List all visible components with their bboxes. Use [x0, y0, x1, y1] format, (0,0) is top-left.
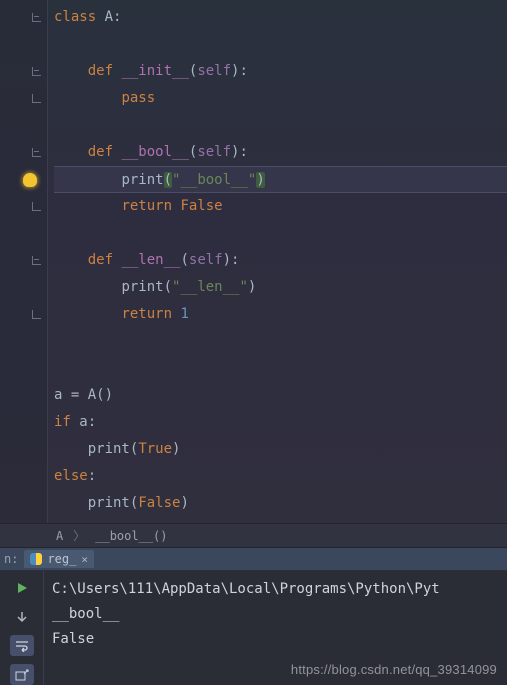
run-tabbar: n: reg_ × [0, 548, 507, 571]
run-tab[interactable]: reg_ × [24, 550, 94, 568]
gutter-row [0, 166, 47, 193]
export-icon [15, 669, 29, 681]
code-line[interactable]: def __bool__(self): [54, 139, 507, 166]
gutter-row [0, 58, 47, 85]
gutter-row [0, 382, 47, 409]
console-line: __bool__ [52, 602, 499, 627]
code-editor[interactable]: class A: def __init__(self): pass def __… [48, 0, 507, 523]
code-line[interactable]: a = A() [54, 382, 507, 409]
code-line[interactable]: def __len__(self): [54, 247, 507, 274]
fold-icon[interactable] [32, 67, 41, 76]
code-line[interactable]: if a: [54, 409, 507, 436]
code-line[interactable]: print("__len__") [54, 274, 507, 301]
editor-gutter [0, 0, 48, 523]
intention-bulb-icon[interactable] [23, 173, 37, 187]
run-tool-gutter [0, 571, 44, 685]
code-line[interactable] [54, 220, 507, 247]
gutter-row [0, 355, 47, 382]
code-line[interactable]: pass [54, 85, 507, 112]
gutter-row [0, 301, 47, 328]
gutter-row [0, 409, 47, 436]
run-console[interactable]: C:\Users\111\AppData\Local\Programs\Pyth… [44, 571, 507, 685]
code-line[interactable]: print(True) [54, 436, 507, 463]
fold-icon[interactable] [32, 256, 41, 265]
run-tab-name: reg_ [47, 552, 76, 566]
gutter-row [0, 274, 47, 301]
gutter-row [0, 193, 47, 220]
code-line[interactable]: print(False) [54, 490, 507, 517]
gutter-row [0, 220, 47, 247]
close-icon[interactable]: × [81, 553, 88, 566]
gutter-row [0, 490, 47, 517]
python-icon [30, 553, 42, 565]
code-line[interactable] [54, 355, 507, 382]
wrap-icon [15, 640, 29, 652]
gutter-row [0, 139, 47, 166]
code-line[interactable] [54, 112, 507, 139]
arrow-down-icon [16, 611, 28, 623]
gutter-row [0, 328, 47, 355]
gutter-row [0, 4, 47, 31]
fold-icon[interactable] [32, 148, 41, 157]
scroll-down-button[interactable] [10, 606, 34, 627]
fold-end-icon[interactable] [32, 94, 41, 103]
gutter-row [0, 247, 47, 274]
console-line: False [52, 627, 499, 652]
run-label: n: [4, 552, 18, 566]
soft-wrap-button[interactable] [10, 635, 34, 656]
code-line[interactable] [54, 31, 507, 58]
gutter-row [0, 463, 47, 490]
gutter-row [0, 436, 47, 463]
breadcrumb-class[interactable]: A [56, 529, 63, 543]
play-icon [16, 582, 28, 594]
breadcrumb-method[interactable]: __bool__() [95, 529, 167, 543]
breadcrumb-separator: 〉 [73, 527, 85, 544]
fold-end-icon[interactable] [32, 202, 41, 211]
fold-icon[interactable] [32, 13, 41, 22]
fold-end-icon[interactable] [32, 310, 41, 319]
code-line[interactable]: class A: [54, 4, 507, 31]
code-line[interactable] [54, 328, 507, 355]
gutter-row [0, 31, 47, 58]
code-line[interactable]: return 1 [54, 301, 507, 328]
code-line[interactable]: return False [54, 193, 507, 220]
editor-area: class A: def __init__(self): pass def __… [0, 0, 507, 523]
export-button[interactable] [10, 664, 34, 685]
run-toolwindow: C:\Users\111\AppData\Local\Programs\Pyth… [0, 571, 507, 685]
code-line[interactable]: def __init__(self): [54, 58, 507, 85]
gutter-row [0, 112, 47, 139]
console-line: C:\Users\111\AppData\Local\Programs\Pyth… [52, 577, 499, 602]
breadcrumb[interactable]: A 〉 __bool__() [0, 523, 507, 548]
gutter-row [0, 85, 47, 112]
rerun-button[interactable] [10, 577, 34, 598]
code-line[interactable]: else: [54, 463, 507, 490]
code-line[interactable]: print("__bool__") [54, 166, 507, 193]
